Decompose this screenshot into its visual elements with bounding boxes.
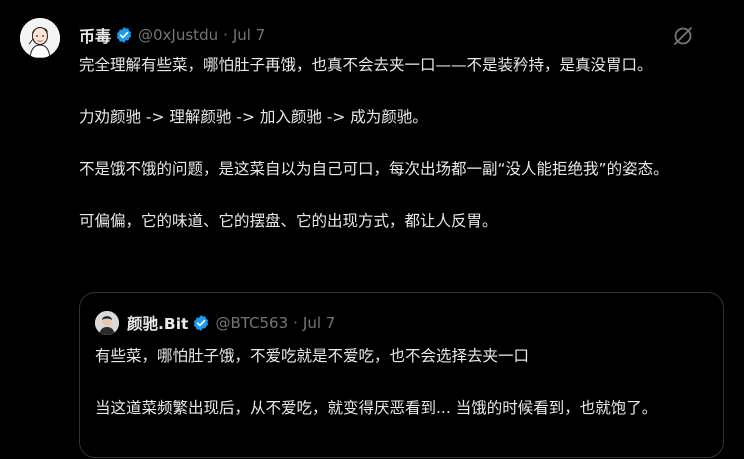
tweet-header: 币毒 @0xJustdu · Jul 7 bbox=[79, 24, 265, 46]
tweet-paragraph: 完全理解有些菜，哪怕肚子再饿，也真不会去夹一口——不是装矜持，是真没胃口。 bbox=[79, 56, 653, 74]
verified-badge-icon bbox=[115, 26, 133, 44]
tweet-paragraph: 可偏偏，它的味道、它的摆盘、它的出现方式，都让人反胃。 bbox=[79, 212, 498, 230]
verified-badge-icon bbox=[192, 314, 210, 332]
grok-icon[interactable] bbox=[672, 25, 694, 47]
author-name[interactable]: 币毒 bbox=[79, 23, 111, 47]
tweet[interactable]: 币毒 @0xJustdu · Jul 7 完全理解有些菜，哪怕肚子再饿，也真不会… bbox=[0, 0, 744, 459]
quoted-author-handle: @BTC563 bbox=[215, 314, 289, 332]
author-avatar[interactable] bbox=[20, 18, 60, 58]
tweet-paragraph: 力劝颜驰 -> 理解颜驰 -> 加入颜驰 -> 成为颜驰。 bbox=[79, 108, 428, 126]
quoted-tweet-header: 颜驰.Bit @BTC563 · Jul 7 bbox=[127, 312, 335, 334]
tweet-paragraph: 不是饿不饿的问题，是这菜自以为自己可口，每次出场都一副“没人能拒绝我”的姿态。 bbox=[79, 160, 669, 178]
meta-separator: · bbox=[223, 26, 228, 44]
quoted-author-avatar bbox=[95, 311, 119, 335]
tweet-date[interactable]: Jul 7 bbox=[233, 26, 265, 44]
quoted-tweet-date: Jul 7 bbox=[302, 314, 336, 332]
author-handle[interactable]: @0xJustdu bbox=[138, 26, 218, 44]
quoted-tweet-text: 有些菜，哪怕肚子饿，不爱吃就是不爱吃，也不会选择去夹一口 当这道菜频繁出现后，从… bbox=[95, 343, 710, 421]
quoted-author-name: 颜驰.Bit bbox=[127, 315, 189, 333]
quoted-paragraph: 有些菜，哪怕肚子饿，不爱吃就是不爱吃，也不会选择去夹一口 bbox=[95, 347, 530, 365]
meta-separator: · bbox=[293, 314, 298, 332]
quoted-paragraph: 当这道菜频繁出现后，从不爱吃，就变得厌恶看到... 当饿的时候看到，也就饱了。 bbox=[95, 399, 658, 417]
quoted-tweet[interactable]: 颜驰.Bit @BTC563 · Jul 7 有些菜，哪怕肚子饿，不爱吃就是不爱… bbox=[79, 292, 724, 458]
tweet-text: 完全理解有些菜，哪怕肚子再饿，也真不会去夹一口——不是装矜持，是真没胃口。 力劝… bbox=[79, 52, 724, 234]
